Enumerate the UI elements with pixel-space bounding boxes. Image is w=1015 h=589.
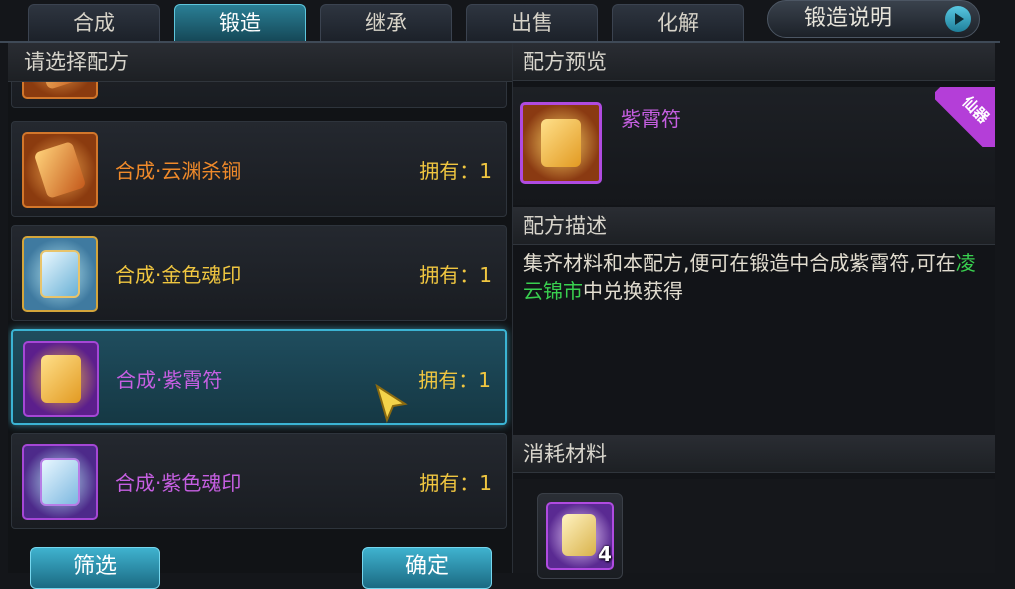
recipe-item-zixiao[interactable]: 合成·紫霄符 拥有：1 xyxy=(11,329,507,425)
recipe-name: 合成·云渊杀锏 xyxy=(115,159,242,183)
recipe-list-panel: 请选择配方 合成·云渊杀锏 拥有：1 合成·金色魂印 拥有：1 合成·紫霄符 拥… xyxy=(8,43,513,573)
forge-help-label: 锻造说明 xyxy=(804,6,893,31)
tab-synthesize[interactable]: 合成 xyxy=(28,4,160,43)
recipe-owned-count: 拥有：1 xyxy=(419,263,492,287)
recipe-description: 集齐材料和本配方,便可在锻造中合成紫霄符,可在凌云锦市中兑换获得 xyxy=(523,249,978,305)
description-text: 集齐材料和本配方,便可在锻造中合成紫霄符,可在 xyxy=(523,251,956,275)
preview-title: 配方预览 xyxy=(513,43,995,81)
material-slot[interactable]: 4 xyxy=(537,493,623,579)
cursor-pointer-icon xyxy=(375,384,408,423)
gold-soul-seal-scroll-icon xyxy=(22,236,98,312)
description-title: 配方描述 xyxy=(513,207,995,245)
orange-scroll-icon xyxy=(22,82,98,99)
recipe-detail-panel: 配方预览 紫霄符 仙器 配方描述 集齐材料和本配方,便可在锻造中合成紫霄符,可在… xyxy=(513,43,995,579)
recipe-preview: 紫霄符 仙器 xyxy=(513,87,995,205)
material-count: 4 xyxy=(598,542,612,566)
purple-talisman-scroll-icon xyxy=(23,341,99,417)
recipe-list[interactable]: 合成·云渊杀锏 拥有：1 合成·金色魂印 拥有：1 合成·紫霄符 拥有：1 合成… xyxy=(8,82,512,573)
preview-item-name: 紫霄符 xyxy=(621,107,681,131)
rarity-badge: 仙器 xyxy=(935,87,995,147)
recipe-owned-count: 拥有：1 xyxy=(419,159,492,183)
recipe-name: 合成·紫霄符 xyxy=(116,368,223,392)
recipe-name: 合成·金色魂印 xyxy=(115,263,242,287)
rarity-badge-label: 仙器 xyxy=(958,92,993,127)
recipe-name: 合成·紫色魂印 xyxy=(115,471,242,495)
tab-forge[interactable]: 锻造 xyxy=(174,4,306,43)
recipe-item-yunyuan[interactable]: 合成·云渊杀锏 拥有：1 xyxy=(11,121,507,217)
recipe-item-gold-seal[interactable]: 合成·金色魂印 拥有：1 xyxy=(11,225,507,321)
confirm-button[interactable]: 确定 xyxy=(362,547,492,589)
materials-title: 消耗材料 xyxy=(513,435,995,473)
tab-decompose[interactable]: 化解 xyxy=(612,4,744,43)
orange-scroll-icon xyxy=(22,132,98,208)
recipe-owned-count: 拥有：1 xyxy=(418,368,491,392)
recipe-owned-count: 拥有：1 xyxy=(419,471,492,495)
purple-soul-seal-scroll-icon xyxy=(22,444,98,520)
forge-help-button[interactable]: 锻造说明 xyxy=(767,0,980,38)
play-arrow-icon xyxy=(945,6,971,32)
materials-area: 4 xyxy=(513,479,995,579)
tab-sell[interactable]: 出售 xyxy=(466,4,598,43)
recipe-list-title: 请选择配方 xyxy=(8,43,512,82)
list-item-partial[interactable] xyxy=(11,82,507,108)
purple-talisman-scroll-icon[interactable] xyxy=(520,102,602,184)
filter-button[interactable]: 筛选 xyxy=(30,547,160,589)
recipe-item-purple-seal[interactable]: 合成·紫色魂印 拥有：1 xyxy=(11,433,507,529)
tab-inherit[interactable]: 继承 xyxy=(320,4,452,43)
description-text-end: 中兑换获得 xyxy=(583,279,683,303)
